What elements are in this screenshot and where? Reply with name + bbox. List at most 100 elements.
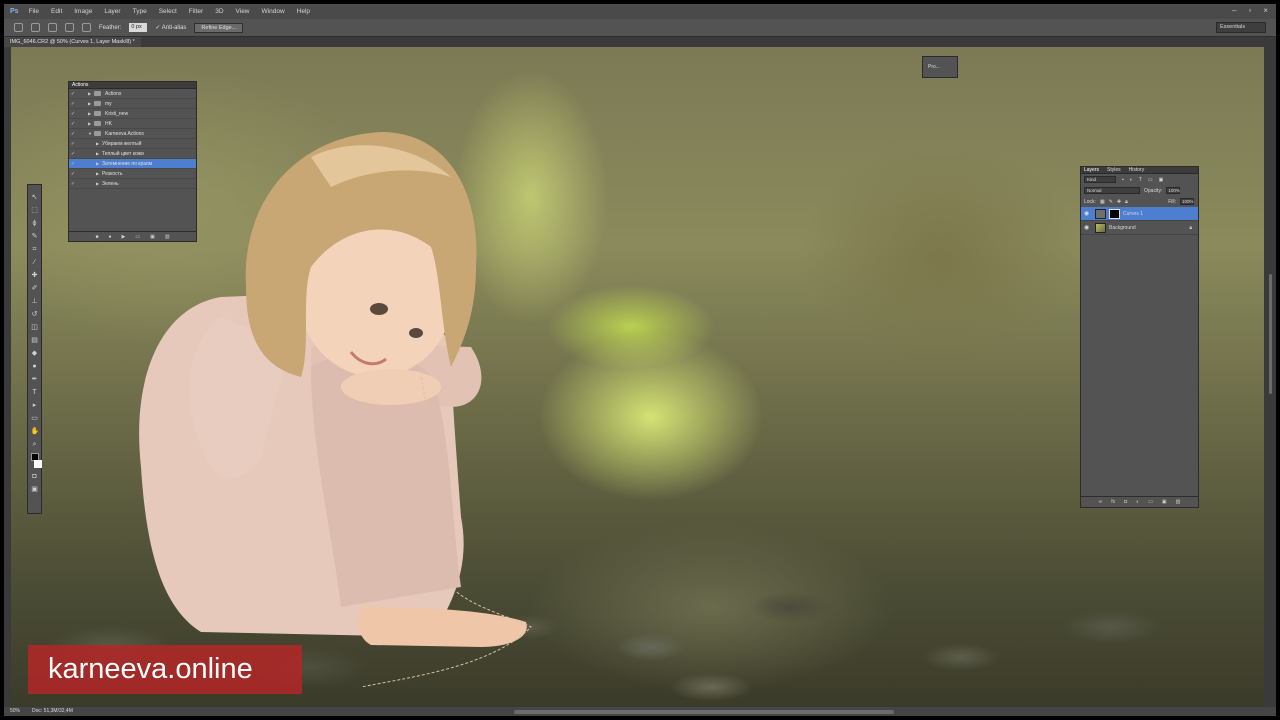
menu-layer[interactable]: Layer bbox=[104, 8, 120, 15]
hand-tool-icon[interactable]: ✋ bbox=[31, 427, 40, 436]
clone-stamp-icon[interactable]: ⊥ bbox=[31, 297, 39, 306]
eraser-icon[interactable]: ◫ bbox=[31, 323, 39, 332]
close-icon[interactable]: × bbox=[1263, 6, 1268, 15]
quick-select-icon[interactable]: ✎ bbox=[31, 232, 39, 241]
type-tool-icon[interactable]: T bbox=[31, 388, 39, 397]
maximize-icon[interactable]: ▫ bbox=[1248, 6, 1251, 15]
document-tab[interactable]: IMG_6046.CR2 @ 50% (Curves 1, Layer Mask… bbox=[4, 37, 141, 47]
dialog-toggle-icon[interactable] bbox=[77, 140, 85, 148]
trash-icon[interactable]: ▥ bbox=[165, 234, 170, 240]
new-adjustment-icon[interactable]: ◐ bbox=[1136, 499, 1139, 505]
add-mask-icon[interactable]: ◘ bbox=[1124, 499, 1127, 505]
dialog-toggle-icon[interactable] bbox=[77, 130, 85, 138]
crop-tool-icon[interactable]: ⌗ bbox=[31, 245, 39, 254]
history-brush-icon[interactable]: ↺ bbox=[31, 310, 39, 319]
visibility-eye-icon[interactable]: ◉ bbox=[1084, 210, 1092, 217]
pen-tool-icon[interactable]: ✒ bbox=[31, 375, 39, 384]
healing-brush-icon[interactable]: ✚ bbox=[31, 271, 39, 280]
check-icon[interactable]: ✓ bbox=[69, 111, 77, 117]
layer-row-curves[interactable]: ◉ Curves 1 bbox=[1081, 207, 1198, 221]
opacity-input[interactable]: 100% bbox=[1166, 187, 1181, 194]
menu-type[interactable]: Type bbox=[133, 8, 147, 15]
menu-select[interactable]: Select bbox=[159, 8, 177, 15]
lock-all-icon[interactable]: 🔒︎ bbox=[1125, 199, 1128, 205]
dialog-toggle-icon[interactable] bbox=[77, 120, 85, 128]
stop-icon[interactable]: ■ bbox=[95, 234, 98, 240]
check-icon[interactable]: ✓ bbox=[69, 141, 77, 147]
action-row[interactable]: ✓ ▶ my bbox=[69, 99, 196, 109]
blur-tool-icon[interactable]: ◆ bbox=[31, 349, 39, 358]
new-action-icon[interactable]: ▣ bbox=[150, 234, 155, 240]
check-icon[interactable]: ✓ bbox=[69, 131, 77, 137]
pixel-filter-icon[interactable]: ▪ bbox=[1122, 177, 1124, 183]
lock-pixels-icon[interactable]: ▦ bbox=[1100, 199, 1105, 205]
dialog-toggle-icon[interactable] bbox=[77, 90, 85, 98]
background-color[interactable] bbox=[33, 460, 42, 468]
dialog-toggle-icon[interactable] bbox=[77, 160, 85, 168]
action-row[interactable]: ✓ ▶ Резкость bbox=[69, 169, 196, 179]
anti-alias-checkbox[interactable]: ✓ Anti-alias bbox=[155, 24, 186, 31]
brush-tool-icon[interactable]: ✐ bbox=[31, 284, 39, 293]
vertical-scrollbar[interactable] bbox=[1269, 274, 1272, 394]
check-icon[interactable]: ✓ bbox=[69, 171, 77, 177]
check-icon[interactable]: ✓ bbox=[69, 181, 77, 187]
menu-help[interactable]: Help bbox=[297, 8, 310, 15]
menu-filter[interactable]: Filter bbox=[189, 8, 203, 15]
tab-history[interactable]: History bbox=[1129, 167, 1145, 173]
refine-edge-button[interactable]: Refine Edge... bbox=[194, 22, 244, 33]
canvas-photo[interactable] bbox=[11, 47, 1264, 707]
app-logo[interactable]: Ps bbox=[10, 8, 19, 15]
menu-3d[interactable]: 3D bbox=[215, 8, 223, 15]
action-row[interactable]: ✓ ▶ Убираем желтый bbox=[69, 139, 196, 149]
marquee-tool-icon[interactable]: ⬚ bbox=[31, 206, 39, 215]
new-layer-icon[interactable]: ▣ bbox=[1162, 499, 1167, 505]
zoom-tool-icon[interactable]: ⌕ bbox=[31, 440, 39, 449]
gradient-icon[interactable]: ▤ bbox=[31, 336, 39, 345]
action-row[interactable]: ✓ ▶ Actions bbox=[69, 89, 196, 99]
lasso-tool-icon[interactable] bbox=[14, 23, 23, 32]
lock-paint-icon[interactable]: ✎ bbox=[1109, 199, 1113, 205]
visibility-eye-icon[interactable]: ◉ bbox=[1084, 224, 1092, 231]
layer-name[interactable]: Curves 1 bbox=[1123, 211, 1143, 217]
dodge-tool-icon[interactable]: ● bbox=[31, 362, 39, 371]
type-filter-icon[interactable]: T bbox=[1139, 177, 1142, 183]
minimize-icon[interactable]: – bbox=[1232, 6, 1236, 15]
tab-styles[interactable]: Styles bbox=[1107, 167, 1121, 173]
shape-filter-icon[interactable]: ▭ bbox=[1148, 177, 1153, 183]
smart-filter-icon[interactable]: ▣ bbox=[1159, 177, 1164, 183]
screen-mode-icon[interactable]: ▣ bbox=[31, 485, 39, 494]
filter-kind-select[interactable]: Kind bbox=[1084, 176, 1116, 183]
dialog-toggle-icon[interactable] bbox=[77, 170, 85, 178]
play-icon[interactable]: ▶ bbox=[122, 234, 126, 240]
check-icon[interactable]: ✓ bbox=[69, 151, 77, 157]
adjustment-filter-icon[interactable]: ◐ bbox=[1130, 177, 1133, 183]
check-icon[interactable]: ✓ bbox=[69, 161, 77, 167]
lock-position-icon[interactable]: ✚ bbox=[1117, 199, 1121, 205]
check-icon[interactable]: ✓ bbox=[69, 101, 77, 107]
horizontal-scrollbar[interactable] bbox=[514, 710, 894, 714]
action-row[interactable]: ✓ ▶ Теплый цвет кожи bbox=[69, 149, 196, 159]
zoom-level[interactable]: 50% bbox=[10, 707, 20, 716]
dialog-toggle-icon[interactable] bbox=[77, 110, 85, 118]
action-row[interactable]: ✓ ▼ Karneeva Actions bbox=[69, 129, 196, 139]
lasso-tool-icon[interactable]: ϕ bbox=[31, 219, 39, 228]
intersect-selection-icon[interactable] bbox=[82, 23, 91, 32]
dialog-toggle-icon[interactable] bbox=[77, 180, 85, 188]
blend-mode-select[interactable]: Normal bbox=[1084, 187, 1140, 194]
dialog-toggle-icon[interactable] bbox=[77, 150, 85, 158]
new-group-icon[interactable]: ▭ bbox=[1148, 499, 1153, 505]
layer-mask-thumbnail[interactable] bbox=[1109, 208, 1120, 219]
properties-minipanel[interactable]: Pro... bbox=[922, 56, 958, 78]
new-selection-icon[interactable] bbox=[31, 23, 40, 32]
menu-window[interactable]: Window bbox=[262, 8, 285, 15]
quick-mask-icon[interactable]: ◘ bbox=[31, 472, 39, 481]
layer-row-background[interactable]: ◉ Background 🔒︎ bbox=[1081, 221, 1198, 235]
move-tool-icon[interactable]: ↖ bbox=[31, 193, 39, 202]
path-select-icon[interactable]: ▸ bbox=[31, 401, 39, 410]
fill-input[interactable]: 100% bbox=[1180, 198, 1194, 205]
action-row-selected[interactable]: ✓ ▶ Затемнение по краям bbox=[69, 159, 196, 169]
add-selection-icon[interactable] bbox=[48, 23, 57, 32]
new-set-icon[interactable]: ▭ bbox=[135, 234, 140, 240]
action-row[interactable]: ✓ ▶ Зелень bbox=[69, 179, 196, 189]
menu-file[interactable]: File bbox=[29, 8, 39, 15]
